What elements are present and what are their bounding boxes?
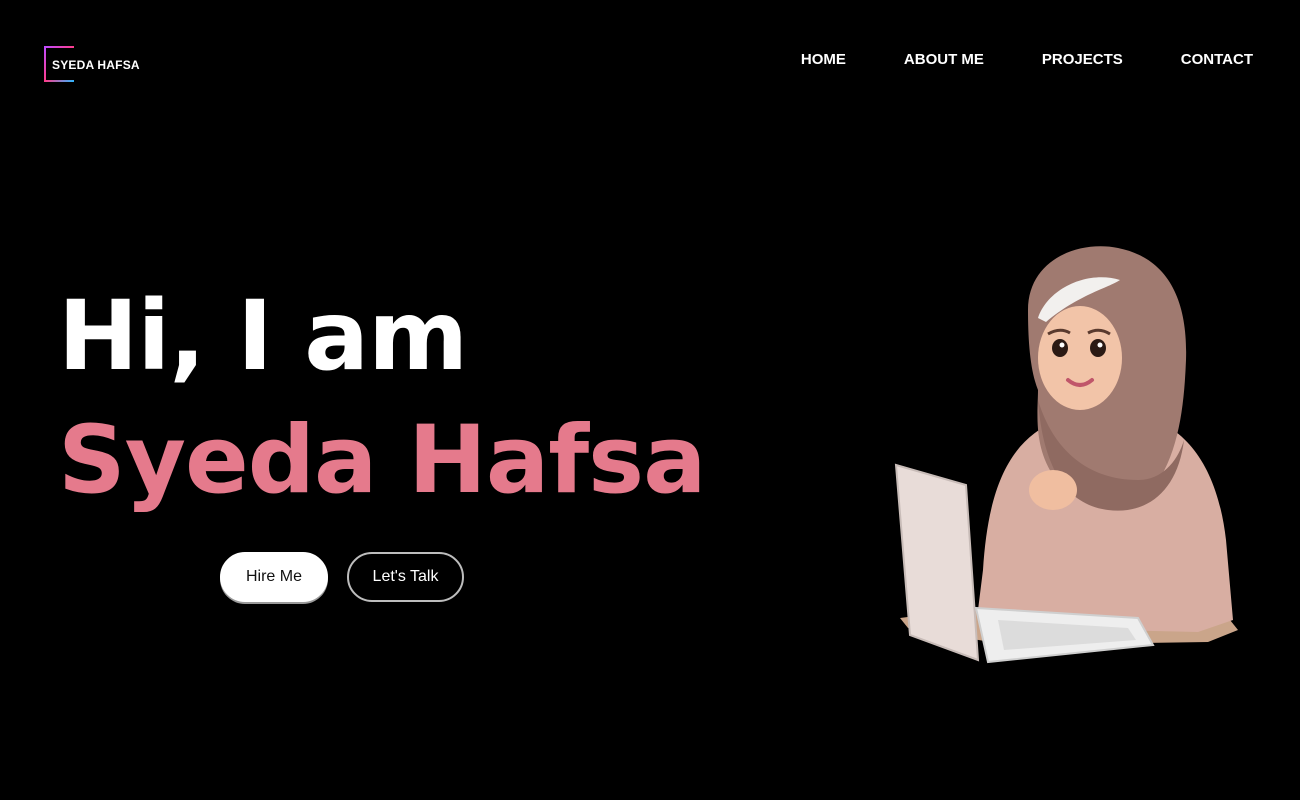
left-eye-icon: [1052, 339, 1068, 357]
nav-home[interactable]: HOME: [801, 51, 846, 68]
main-nav: HOME ABOUT ME PROJECTS CONTACT: [801, 51, 1253, 68]
hire-me-button[interactable]: Hire Me: [220, 552, 328, 602]
logo-text: SYEDA HAFSA: [52, 58, 140, 72]
nav-projects[interactable]: PROJECTS: [1042, 51, 1123, 68]
avatar-illustration-icon: [894, 246, 1238, 664]
site-logo[interactable]: SYEDA HAFSA: [44, 46, 154, 84]
face-shape: [1038, 306, 1122, 410]
hands-shape: [1029, 470, 1077, 510]
hero-greeting: Hi, I am: [58, 280, 468, 392]
right-eye-icon: [1090, 339, 1106, 357]
nav-about-me[interactable]: ABOUT ME: [904, 51, 984, 68]
hero-name: Syeda Hafsa: [58, 406, 707, 515]
nav-contact[interactable]: CONTACT: [1181, 51, 1253, 68]
laptop-screen-shape: [894, 463, 980, 662]
lets-talk-button[interactable]: Let's Talk: [347, 552, 464, 602]
